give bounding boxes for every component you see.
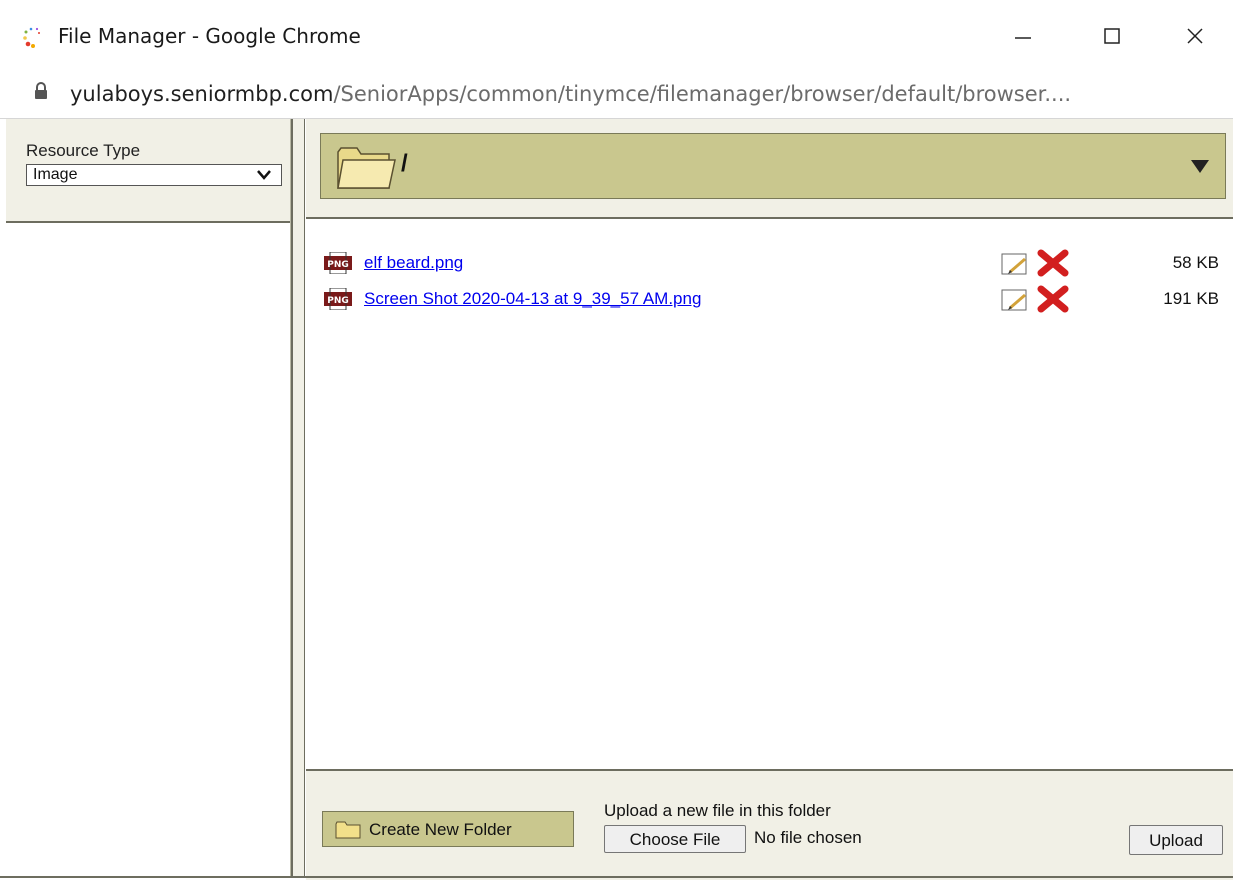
folder-icon xyxy=(337,147,396,189)
left-panel: Resource Type Image xyxy=(6,119,291,878)
minimize-icon xyxy=(1015,37,1031,39)
png-file-icon: PNG xyxy=(324,288,352,310)
delete-icon[interactable] xyxy=(1036,249,1070,277)
file-link[interactable]: elf beard.png xyxy=(364,253,463,273)
window-title: File Manager - Google Chrome xyxy=(58,24,361,48)
dropdown-arrow-icon[interactable] xyxy=(1191,160,1209,174)
lock-icon xyxy=(35,82,47,99)
url-domain: yulaboys.seniormbp.com xyxy=(70,82,334,106)
png-file-icon: PNG xyxy=(324,252,352,274)
folder-header: / xyxy=(306,119,1233,219)
file-manager: Resource Type Image / PNG elf beard.png … xyxy=(0,119,1233,880)
resource-type-value: Image xyxy=(33,166,78,183)
chrome-app-icon xyxy=(23,27,40,48)
file-size: 58 KB xyxy=(1172,253,1219,272)
file-row: PNG Screen Shot 2020-04-13 at 9_39_57 AM… xyxy=(306,285,1233,315)
panel-splitter[interactable] xyxy=(291,119,305,878)
edit-icon[interactable] xyxy=(1000,252,1030,276)
create-new-folder-label: Create New Folder xyxy=(369,820,512,839)
right-panel: / PNG elf beard.png 58 KB PNG Screen Sho… xyxy=(306,119,1233,880)
file-size: 191 KB xyxy=(1163,289,1219,308)
upload-button[interactable]: Upload xyxy=(1129,825,1223,855)
resource-type-select[interactable]: Image xyxy=(26,164,282,186)
resource-type-panel: Resource Type Image xyxy=(6,119,290,223)
file-list: PNG elf beard.png 58 KB PNG Screen Shot … xyxy=(306,219,1233,769)
upload-footer: Create New Folder Upload a new file in t… xyxy=(306,769,1233,880)
delete-icon[interactable] xyxy=(1036,285,1070,313)
upload-instructions: Upload a new file in this folder xyxy=(604,801,831,820)
url-path: /SeniorApps/common/tinymce/filemanager/b… xyxy=(333,82,1072,106)
resource-type-label: Resource Type xyxy=(26,141,141,160)
choose-file-button[interactable]: Choose File xyxy=(604,825,746,853)
chevron-down-icon xyxy=(257,170,271,180)
maximize-button[interactable] xyxy=(1082,14,1142,58)
edit-icon[interactable] xyxy=(1000,288,1030,312)
file-row: PNG elf beard.png 58 KB xyxy=(306,249,1233,279)
folder-icon xyxy=(335,821,361,839)
file-link[interactable]: Screen Shot 2020-04-13 at 9_39_57 AM.png xyxy=(364,289,701,309)
current-folder-path: / xyxy=(401,150,408,177)
no-file-chosen-text: No file chosen xyxy=(754,828,862,847)
svg-text:PNG: PNG xyxy=(327,296,349,306)
maximize-icon xyxy=(1104,28,1120,44)
minimize-button[interactable] xyxy=(993,14,1053,58)
create-new-folder-button[interactable]: Create New Folder xyxy=(322,811,574,847)
svg-text:PNG: PNG xyxy=(327,260,349,270)
close-icon xyxy=(1187,28,1203,44)
current-folder-bar[interactable]: / xyxy=(320,133,1226,199)
close-button[interactable] xyxy=(1165,14,1225,58)
address-url[interactable]: yulaboys.seniormbp.com/SeniorApps/common… xyxy=(70,82,1071,106)
browser-title-bar: File Manager - Google Chrome xyxy=(0,0,1233,72)
